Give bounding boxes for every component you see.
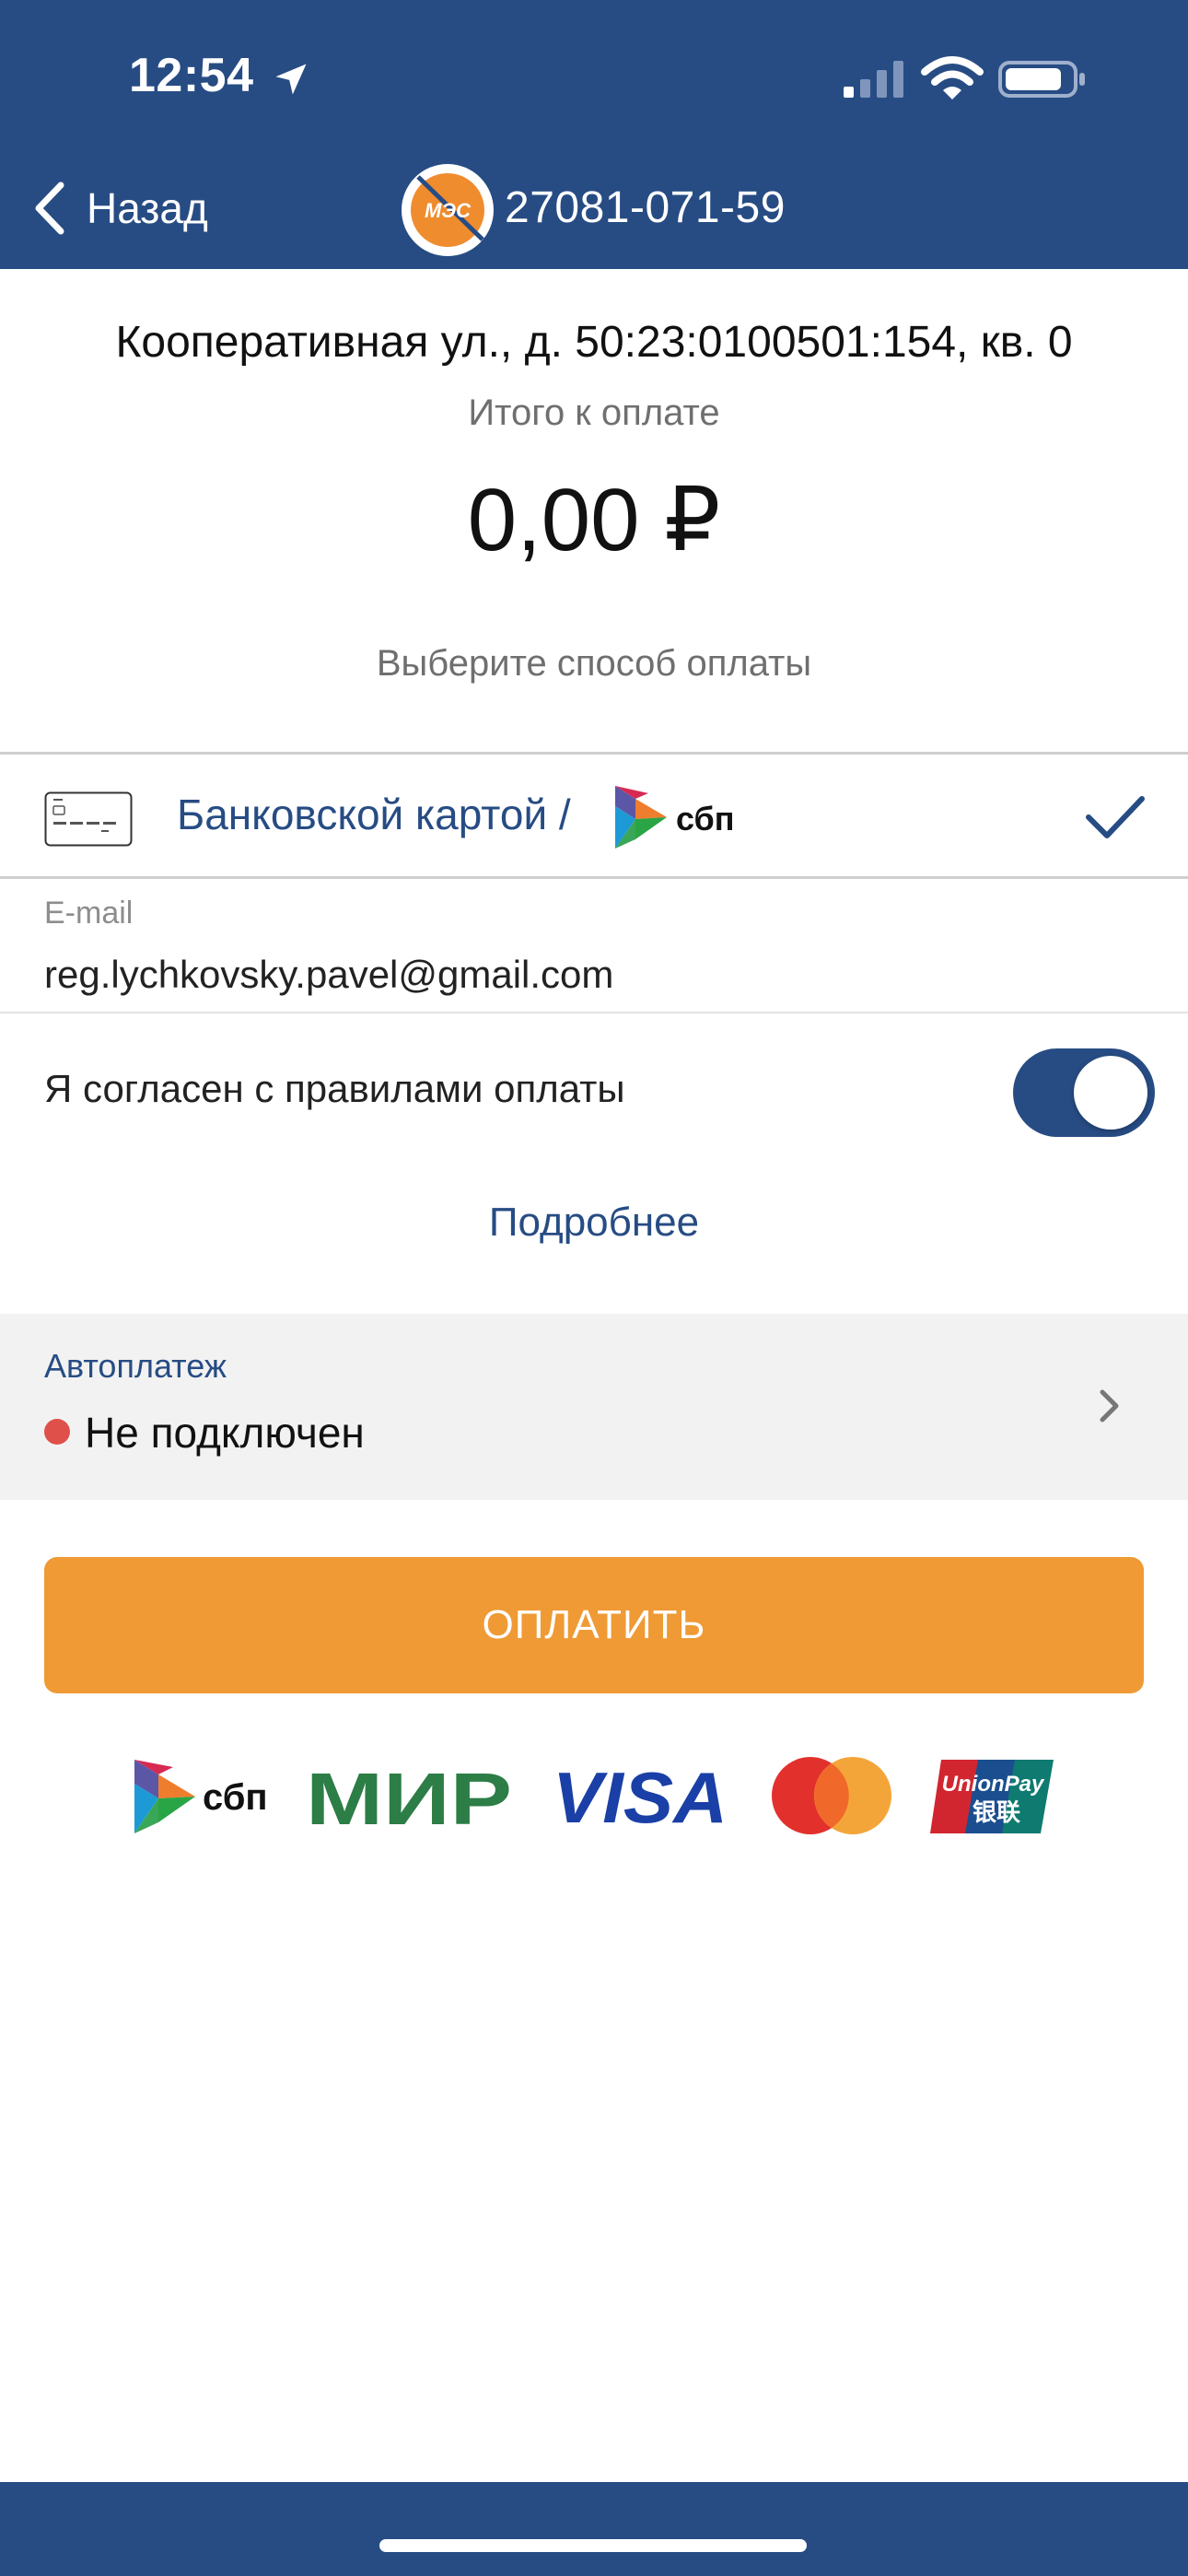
wifi-icon [921,56,984,100]
mir-logo-text: МИР [306,1763,512,1830]
app-header: 12:54 Назад МЭС 27081-071-59 [0,0,1188,269]
battery-icon [998,61,1085,98]
unionpay-logo-cn-text: 银联 [973,1799,1020,1827]
mes-logo-text: МЭС [425,199,472,222]
pay-button[interactable]: ОПЛАТИТЬ [44,1557,1144,1693]
checkmark-icon [1086,796,1145,838]
sbp-inline-text: сбп [676,800,735,837]
location-arrow-icon [275,64,307,95]
status-time: 12:54 [129,49,254,102]
back-label: Назад [87,184,208,232]
divider [0,1012,1188,1013]
total-label: Итого к оплате [468,392,720,433]
sbp-logo-icon: сбп [615,786,735,849]
address-text: Кооперативная ул., д. 50:23:0100501:154,… [115,318,1073,367]
mastercard-logo [772,1757,891,1834]
pay-button-label: ОПЛАТИТЬ [482,1602,706,1647]
toggle-knob [1074,1056,1147,1130]
chevron-left-icon [35,181,64,235]
bank-card-icon [44,791,133,847]
agreement-label: Я согласен с правилами оплаты [44,1067,625,1110]
unionpay-logo-text: UnionPay [942,1772,1045,1797]
visa-logo: VISA [553,1762,728,1828]
agreement-toggle[interactable] [1013,1048,1155,1137]
cellular-signal-icon [844,61,903,98]
chevron-right-icon [1100,1389,1119,1423]
mes-logo-icon: МЭС [402,164,494,256]
sbp-logo-text: сбп [203,1777,268,1818]
payment-method-label: Банковской картой / [177,790,571,838]
status-dot-icon [44,1419,70,1445]
autopay-status: Не подключен [85,1409,365,1457]
payment-method-card-sbp[interactable]: Банковской картой / сбп [0,752,1188,879]
back-button[interactable]: Назад [31,171,208,245]
details-link[interactable]: Подробнее [0,1200,1188,1246]
email-field[interactable]: reg.lychkovsky.pavel@gmail.com [44,953,613,997]
bottom-bar [0,2482,1188,2576]
visa-logo-text: VISA [553,1762,728,1828]
mir-logo: МИР [306,1763,512,1830]
home-indicator[interactable] [379,2539,807,2552]
total-amount: 0,00 ₽ [467,471,721,569]
autopay-caption: Автоплатеж [44,1347,227,1385]
choose-method-label: Выберите способ оплаты [376,643,812,684]
email-caption: E-mail [44,896,134,931]
account-number: 27081-071-59 [505,183,786,232]
sbp-logo: сбп [134,1760,268,1833]
unionpay-logo: UnionPay 银联 [930,1760,1054,1833]
autopay-row[interactable]: Автоплатеж Не подключен [0,1314,1188,1500]
